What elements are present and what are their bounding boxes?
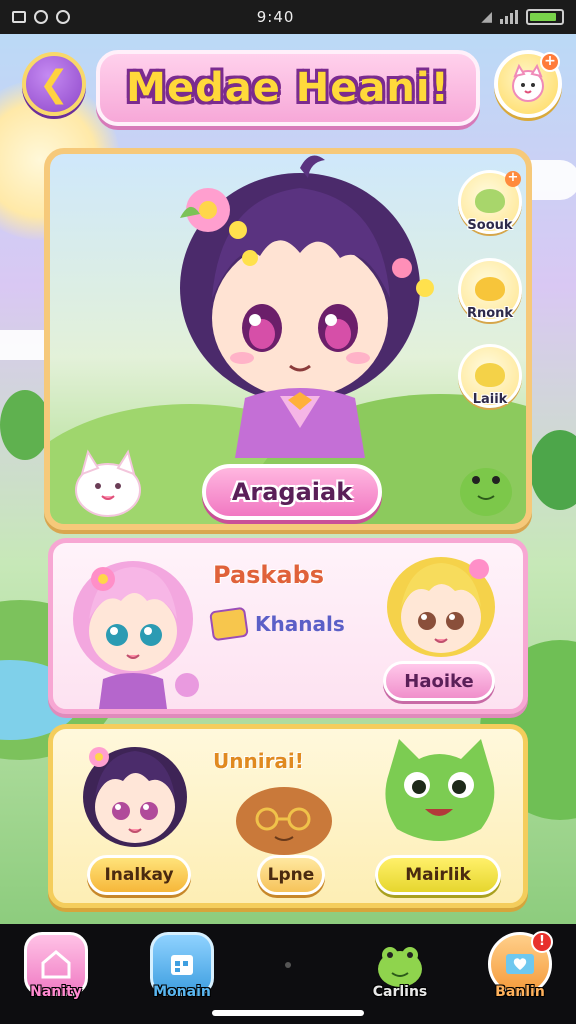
chevron-left-icon: ❮ — [38, 63, 70, 105]
signal-icon — [500, 10, 518, 24]
status-bar: 9:40 ◢ — [0, 0, 576, 34]
green-frog-pet — [460, 468, 512, 516]
card2-subtitle: Khanals — [255, 612, 345, 636]
brown-bear-pet — [236, 787, 332, 855]
nav-label-calendar: Monain — [153, 984, 211, 1000]
wifi-icon: ◢ — [481, 9, 492, 25]
nav-item-mail[interactable]: ! Banlin — [472, 931, 568, 1020]
nav-item-collection[interactable]: Carlins — [352, 932, 448, 1020]
status-time: 9:40 — [256, 8, 295, 26]
nav-label-collection: Carlins — [372, 984, 428, 1000]
main-action-button[interactable]: Aragaiak — [202, 464, 382, 520]
side-button-2-label: Rnonk — [466, 306, 514, 321]
side-button-1-label: Soouk — [467, 218, 513, 233]
add-badge: + — [505, 171, 521, 187]
character-card: + Soouk Rnonk Laiik Aragaiak — [44, 148, 532, 530]
main-character-illustration — [180, 155, 434, 458]
nav-label-home: Nanity — [30, 984, 82, 1000]
page-indicator-dot — [285, 962, 291, 968]
friends-card: Paskabs Khanals Haoike — [48, 538, 528, 714]
card2-title: Paskabs — [213, 561, 325, 589]
card3-title: Unnirai! — [213, 749, 304, 773]
tag-icon — [34, 10, 48, 24]
green-monster-pet — [385, 739, 495, 841]
notification-badge: ! — [531, 931, 553, 953]
tag-icon — [209, 606, 249, 642]
title-banner: Medae Heani! — [96, 50, 480, 126]
tree — [0, 390, 50, 460]
nav-item-calendar[interactable]: Monain — [134, 932, 230, 1020]
alarm-icon — [56, 10, 70, 24]
back-button[interactable]: ❮ — [22, 52, 86, 116]
pets-card: Unnirai! Inalkay Lpne Mairlik — [48, 724, 528, 908]
battery-icon — [526, 9, 564, 25]
game-screen: 9:40 ◢ ❮ Medae Heani! + + Soouk Rnonk La… — [0, 0, 576, 1024]
notification-icon — [12, 11, 26, 23]
chick-icon — [475, 277, 505, 301]
page-title: Medae Heani! — [126, 65, 450, 111]
card2-subtitle-row: Khanals — [209, 606, 345, 642]
frog-blob-icon — [475, 189, 505, 213]
side-button-2[interactable]: Rnonk — [458, 258, 522, 322]
side-button-1[interactable]: + Soouk — [458, 170, 522, 234]
pink-hair-character — [73, 561, 199, 709]
side-button-3[interactable]: Laiik — [458, 344, 522, 408]
side-button-3-label: Laiik — [472, 392, 508, 407]
card3-button-2[interactable]: Lpne — [257, 855, 325, 895]
white-cat-pet — [75, 449, 141, 517]
profile-button[interactable]: + — [494, 50, 562, 118]
card3-button-1[interactable]: Inalkay — [87, 855, 191, 895]
status-left — [12, 10, 70, 24]
bottom-nav: Nanity Monain Carlins ! Banlin — [0, 924, 576, 1024]
nav-item-home[interactable]: Nanity — [8, 932, 104, 1020]
blonde-character — [387, 557, 495, 657]
duck-icon — [475, 363, 505, 387]
home-indicator[interactable] — [212, 1010, 364, 1016]
nav-label-mail: Banlin — [495, 984, 545, 1000]
dark-hair-character — [83, 747, 187, 847]
card3-button-3[interactable]: Mairlik — [375, 855, 501, 895]
status-right: ◢ — [481, 9, 564, 25]
tree — [530, 430, 576, 510]
card2-button[interactable]: Haoike — [383, 661, 495, 701]
profile-add-badge: + — [540, 52, 560, 72]
